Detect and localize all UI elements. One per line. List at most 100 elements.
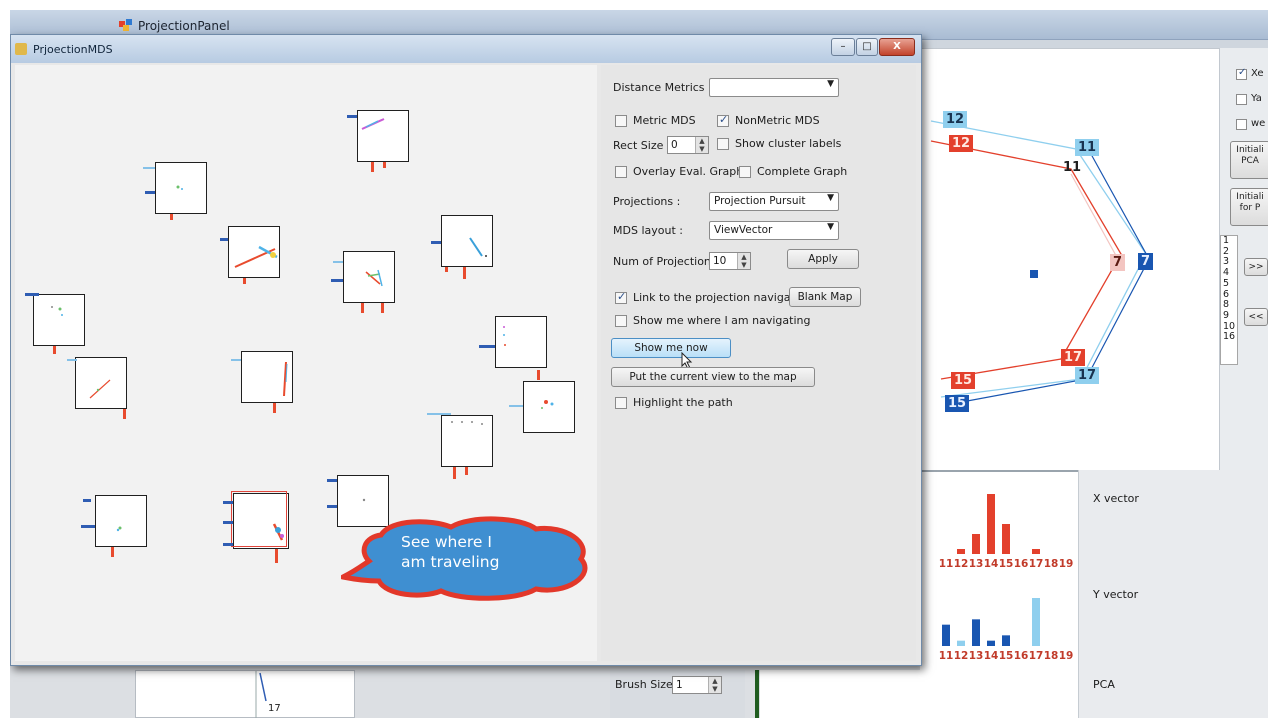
metric-mds-label: Metric MDS — [633, 114, 696, 127]
map-node-7-blue[interactable]: 7 — [1138, 253, 1154, 270]
projection-axis-bar — [223, 521, 233, 524]
rect-size-stepper[interactable]: 0 ▲ ▼ — [667, 136, 709, 154]
nonmetric-mds-checkbox[interactable] — [717, 113, 729, 127]
projection-axis-bar — [361, 303, 364, 313]
projection-plot[interactable] — [343, 251, 395, 303]
link-navigator-label: Link to the projection navigator — [633, 291, 807, 304]
x-tick-label: 12 — [954, 558, 969, 570]
projection-axis-bar — [111, 547, 114, 557]
brush-size-stepper[interactable]: 1 ▲ ▼ — [672, 676, 722, 694]
spin-arrows-icon[interactable]: ▲ ▼ — [695, 137, 708, 153]
map-node-17-red[interactable]: 17 — [1061, 349, 1086, 366]
chevron-down-icon: ▼ — [827, 222, 834, 232]
show-me-now-button[interactable]: Show me now — [611, 338, 731, 358]
projection-scatter — [234, 245, 278, 268]
y-vector-label: Y vector — [1093, 588, 1139, 601]
x-tick-label: 17 — [1029, 558, 1044, 570]
projection-scatter — [503, 326, 506, 346]
we-checkbox[interactable] — [1236, 119, 1247, 130]
projection-axis-bar — [145, 191, 155, 194]
map-node-11-label[interactable]: 11 — [1060, 159, 1084, 176]
projection-axis-bar — [81, 525, 95, 528]
back-button[interactable]: << — [1244, 308, 1268, 326]
vector-bar-charts: 11 12 13 14 15 16 17 18 1911 12 13 14 15 16 17 18 19 — [939, 494, 1074, 662]
list-item[interactable]: 5 — [1223, 278, 1237, 290]
x-tick-label: 18 — [1044, 558, 1059, 570]
projection-plot[interactable] — [495, 316, 547, 368]
minimize-button[interactable]: – — [831, 38, 855, 56]
projection-scatter — [361, 118, 385, 130]
initialize-projection-button[interactable]: Initiali for P — [1230, 188, 1268, 226]
show-where-checkbox[interactable] — [615, 315, 627, 327]
navigator-map[interactable]: 12 12 11 11 7 7 17 17 15 15 — [920, 48, 1220, 473]
distance-metrics-select[interactable]: ▼ — [709, 78, 839, 97]
show-cluster-labels-checkbox[interactable] — [717, 138, 729, 150]
projection-axis-bar — [53, 346, 56, 354]
brush-panel: Brush Size 1 ▲ ▼ — [610, 670, 745, 718]
blank-map-button[interactable]: Blank Map — [789, 287, 861, 307]
map-node-15-blue[interactable]: 15 — [945, 395, 970, 412]
projection-axis-bar — [427, 413, 451, 415]
map-node-12-lightblue[interactable]: 12 — [943, 111, 968, 128]
projections-select[interactable]: Projection Pursuit ▼ — [709, 192, 839, 211]
projection-list[interactable]: 1 2 3 4 5 6 8 9 10 16 — [1220, 235, 1238, 365]
mds-dialog-titlebar[interactable]: PrjoectionMDS – □ X — [11, 35, 921, 63]
y-vector-bar — [957, 640, 965, 646]
projection-scatter — [51, 306, 63, 316]
complete-graph-checkbox[interactable] — [739, 166, 751, 178]
projection-scatter — [89, 379, 111, 399]
map-node-11-lightblue[interactable]: 11 — [1075, 139, 1100, 156]
close-button[interactable]: X — [879, 38, 915, 56]
projection-plot[interactable] — [155, 162, 207, 214]
link-navigator-checkbox[interactable] — [615, 290, 627, 304]
projection-axis-bar — [143, 167, 155, 169]
xe-checkbox-label: Xe — [1251, 68, 1264, 79]
x-tick-label: 16 — [1014, 558, 1029, 570]
mds-dialog: PrjoectionMDS – □ X See where I am trave… — [10, 34, 922, 666]
projection-axis-bar — [223, 543, 233, 546]
y-vector-bar — [942, 624, 950, 646]
map-node-15-red[interactable]: 15 — [951, 372, 976, 389]
projection-axis-bar — [463, 267, 466, 279]
num-projections-label: Num of Projections : — [613, 255, 724, 268]
projection-plot[interactable] — [33, 294, 85, 346]
projection-plot[interactable] — [523, 381, 575, 433]
num-projections-value: 10 — [713, 255, 727, 267]
projection-plot[interactable] — [228, 226, 280, 278]
projection-plot[interactable] — [241, 351, 293, 403]
overlay-eval-graph-checkbox[interactable] — [615, 166, 627, 178]
x-tick-label: 14 — [984, 650, 999, 662]
projection-plot[interactable] — [75, 357, 127, 409]
projection-plot[interactable] — [357, 110, 409, 162]
map-node-17-lightblue[interactable]: 17 — [1075, 367, 1100, 384]
highlight-path-checkbox[interactable] — [615, 397, 627, 409]
bottom-view: 17 — [135, 670, 355, 718]
spin-arrows-icon[interactable]: ▲ ▼ — [737, 253, 750, 269]
bulb-icon — [15, 43, 27, 55]
map-node-7-pink[interactable]: 7 — [1110, 254, 1126, 271]
mds-layout-select[interactable]: ViewVector ▼ — [709, 221, 839, 240]
map-node-12-red[interactable]: 12 — [949, 135, 974, 152]
num-projections-stepper[interactable]: 10 ▲ ▼ — [709, 252, 751, 270]
nonmetric-mds-label: NonMetric MDS — [735, 114, 820, 127]
projection-plot[interactable] — [95, 495, 147, 547]
projection-axis-bar — [67, 359, 77, 361]
apply-button[interactable]: Apply — [787, 249, 859, 269]
projection-plot[interactable] — [441, 415, 493, 467]
initialize-pca-button[interactable]: Initiali PCA — [1230, 141, 1268, 179]
metric-mds-checkbox[interactable] — [615, 115, 627, 127]
splitter-bar[interactable] — [755, 670, 759, 718]
put-current-view-button[interactable]: Put the current view to the map — [611, 367, 815, 387]
xe-checkbox[interactable]: ✓ — [1236, 67, 1247, 80]
x-tick-label: 19 — [1059, 558, 1074, 570]
list-item[interactable]: 16 — [1223, 332, 1237, 343]
projection-axis-bar — [331, 279, 343, 282]
projection-plot[interactable] — [441, 215, 493, 267]
ya-checkbox[interactable] — [1236, 94, 1247, 105]
mds-control-panel: Distance Metrics : ▼ Metric MDS NonMetri… — [601, 65, 916, 661]
forward-button[interactable]: >> — [1244, 258, 1268, 276]
projection-axis-bar — [371, 162, 374, 172]
maximize-button[interactable]: □ — [856, 38, 878, 56]
spin-arrows-icon[interactable]: ▲ ▼ — [708, 677, 721, 693]
highlight-path-label: Highlight the path — [633, 396, 733, 409]
